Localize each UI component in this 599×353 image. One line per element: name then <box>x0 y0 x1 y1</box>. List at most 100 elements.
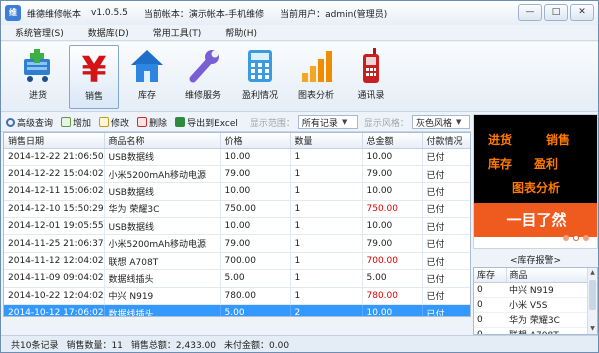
sales-button[interactable]: ¥ 销售 <box>69 45 119 109</box>
purchase-button[interactable]: 进货 <box>13 45 63 109</box>
cell-name: 小米5200mAh移动电源 <box>104 165 221 184</box>
table-header-row: 库存 商品 <box>474 268 588 283</box>
purchase-label: 进货 <box>28 91 47 101</box>
column-header-payment[interactable]: 付款情况 <box>422 133 470 149</box>
cell-total: 10.00 <box>362 182 423 201</box>
list-item[interactable]: 0 华为 荣耀3C <box>474 312 587 328</box>
promo-banner[interactable]: 进货 销售 库存 盈利 图表分析 一目了然 <box>473 114 598 249</box>
promo-slogan: 一目了然 <box>474 203 597 237</box>
menu-system[interactable]: 系统管理(S) <box>1 26 74 39</box>
scroll-up-icon[interactable]: ▲ <box>588 268 597 278</box>
table-row[interactable]: 2014-11-09 09:04:02 数据线插头 5.00 1 5.00 已付 <box>4 269 470 288</box>
table-row[interactable]: 2014-12-11 15:06:02 USB数据线 10.00 1 10.00 已付 <box>4 182 470 201</box>
sales-total: 销售总额：2,433.00 <box>130 341 216 351</box>
search-icon <box>6 117 15 127</box>
table-row[interactable]: 2014-12-01 19:05:55 USB数据线 10.00 1 10.00 已付 <box>4 217 470 236</box>
cell-date: 2014-11-12 12:04:02 <box>4 252 105 271</box>
phone-icon <box>363 48 379 83</box>
menu-tools[interactable]: 常用工具(T) <box>139 26 212 39</box>
record-count: 共10条记录 <box>11 341 59 351</box>
cell-price: 79.00 <box>220 234 291 253</box>
range-select[interactable]: 所有记录 ▼ <box>297 115 358 129</box>
profit-button[interactable]: 盈利情况 <box>235 45 285 109</box>
table-row[interactable]: 2014-10-22 12:04:02 中兴 N919 780.00 1 780.00 已… <box>4 287 470 306</box>
inventory-scrollbar[interactable]: ▲ ▼ <box>587 268 597 334</box>
svg-text:¥: ¥ <box>81 50 106 86</box>
cell-date: 2014-11-09 09:04:02 <box>4 269 105 288</box>
house-icon <box>131 50 163 82</box>
table-row[interactable]: 2014-12-22 15:04:02 小米5200mAh移动电源 79.00 1 79… <box>4 165 470 184</box>
column-header-price[interactable]: 价格 <box>220 133 291 149</box>
chevron-down-icon: ▼ <box>455 118 462 126</box>
inventory-label: 库存 <box>137 91 156 101</box>
carousel-dot[interactable] <box>563 235 569 241</box>
cell-product: 中兴 N919 <box>506 282 587 298</box>
query-toolbar: 高级查询 增加 修改 删除 导出到Excel 显示范围： 所有记录 ▼ 显示风格… <box>1 113 471 132</box>
menu-help[interactable]: 帮助(H) <box>211 26 267 39</box>
cell-qty: 1 <box>290 252 363 271</box>
chevron-down-icon: ▼ <box>341 118 348 126</box>
carousel-dot[interactable] <box>583 235 589 241</box>
delete-button[interactable]: 删除 <box>137 116 167 129</box>
inventory-alert-table[interactable]: 库存 商品 0中兴 N9190小米 V5S0华为 荣耀3C0联想 A708T ▲… <box>473 267 598 335</box>
delete-label: 删除 <box>149 118 168 129</box>
cell-name: 华为 荣耀3C <box>104 200 221 219</box>
cell-stock: 0 <box>474 297 506 313</box>
cell-qty: 1 <box>290 234 363 253</box>
add-button[interactable]: 增加 <box>61 116 91 129</box>
inventory-button[interactable]: 库存 <box>122 45 172 109</box>
column-header-name[interactable]: 商品名称 <box>104 133 221 149</box>
scroll-thumb[interactable] <box>589 280 596 310</box>
list-item[interactable]: 0联想 A708T <box>474 327 587 334</box>
cell-price: 10.00 <box>220 148 291 166</box>
cell-name: 小米5200mAh移动电源 <box>104 234 221 253</box>
cart-add-icon <box>24 49 50 82</box>
sales-table[interactable]: 销售日期 商品名称 价格 数量 总金额 付款情况 2014-12-22 21:0… <box>3 132 471 317</box>
table-row[interactable]: 2014-12-10 15:50:29 华为 荣耀3C 750.00 1 750.00 已… <box>4 200 470 219</box>
cell-total: 780.00 <box>362 287 423 306</box>
table-row[interactable]: 2014-11-12 12:04:02 联想 A708T 700.00 1 700.00… <box>4 252 470 271</box>
contacts-button[interactable]: 通讯录 <box>346 45 396 109</box>
edit-button[interactable]: 修改 <box>99 116 129 129</box>
minimize-button[interactable]: — <box>518 4 542 21</box>
cell-qty: 1 <box>290 269 363 288</box>
style-select[interactable]: 灰色风格 ▼ <box>411 115 470 129</box>
column-header-product[interactable]: 商品 <box>506 268 588 283</box>
range-value: 所有记录 <box>301 118 338 129</box>
maximize-button[interactable]: □ <box>544 4 568 21</box>
chart-analysis-label: 图表分析 <box>297 91 334 101</box>
cell-total: 10.00 <box>362 148 423 166</box>
column-header-stock[interactable]: 库存 <box>474 268 507 283</box>
status-bar: 共10条记录 销售数量：11 销售总额：2,433.00 未付金额：0.00 <box>1 335 598 352</box>
cell-product: 小米 V5S <box>506 297 587 313</box>
app-logo-icon: 维 <box>5 5 21 21</box>
wrench-icon <box>189 50 219 83</box>
list-item[interactable]: 0 中兴 N919 <box>474 282 587 298</box>
export-excel-button[interactable]: 导出到Excel <box>175 116 238 129</box>
promo-word: 进货 <box>488 133 513 147</box>
carousel-dot[interactable] <box>573 235 579 241</box>
list-item[interactable]: 0 小米 V5S <box>474 297 587 313</box>
cell-name: USB数据线 <box>104 148 221 166</box>
menu-database[interactable]: 数据库(D) <box>74 26 139 39</box>
column-header-qty[interactable]: 数量 <box>290 133 363 149</box>
close-button[interactable]: ✕ <box>570 4 594 21</box>
export-excel-label: 导出到Excel <box>187 118 238 129</box>
column-header-date[interactable]: 销售日期 <box>4 133 105 149</box>
advanced-query-button[interactable]: 高级查询 <box>6 116 53 129</box>
main-toolbar: 进货 ¥ 销售 库存 维修服务 盈利情况 图表分析 通讯录 <box>1 42 598 112</box>
cell-price: 700.00 <box>220 252 291 271</box>
table-row[interactable]: 2014-10-12 17:06:02 数据线插头 5.00 2 10.00 已付 <box>4 304 470 316</box>
repair-service-button[interactable]: 维修服务 <box>178 45 228 109</box>
range-label: 显示范围： <box>249 118 295 129</box>
column-header-total[interactable]: 总金额 <box>362 133 423 149</box>
scroll-down-icon[interactable]: ▼ <box>588 324 597 334</box>
table-row[interactable]: 2014-12-22 21:06:50 USB数据线 10.00 1 10.00 已付 <box>4 148 470 166</box>
table-row[interactable]: 2014-11-25 21:06:37 小米5200mAh移动电源 79.00 1 79… <box>4 234 470 253</box>
cell-payment: 已付 <box>422 287 470 306</box>
cell-total: 5.00 <box>362 269 423 288</box>
edit-icon <box>99 117 110 127</box>
cell-date: 2014-11-25 21:06:37 <box>4 234 105 253</box>
chart-analysis-button[interactable]: 图表分析 <box>291 45 341 109</box>
promo-word: 销售 <box>546 133 571 147</box>
